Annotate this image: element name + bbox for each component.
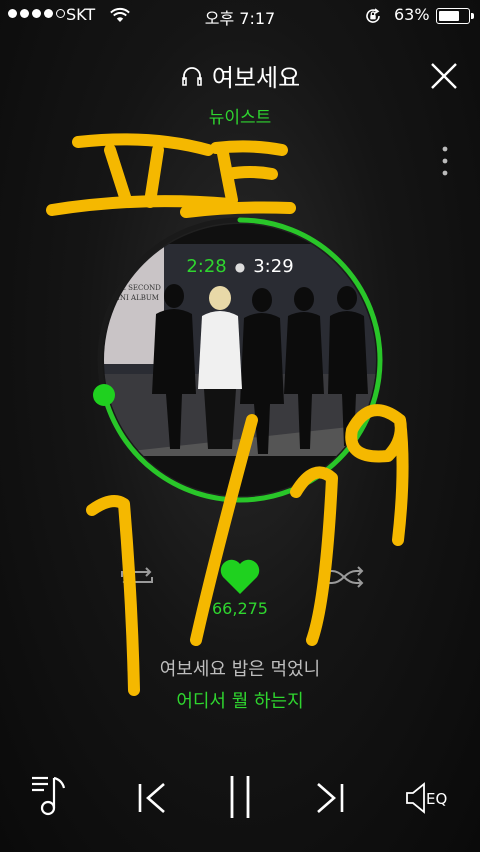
song-title: 여보세요: [211, 64, 301, 92]
repeat-button[interactable]: [116, 563, 158, 591]
playlist-music-icon: [32, 776, 66, 816]
eq-label: EQ: [426, 790, 448, 808]
status-bar: SKT 오후 7:17 63%: [0, 0, 480, 32]
shuffle-icon: [324, 566, 364, 588]
close-icon: [431, 63, 457, 89]
playlist-button[interactable]: [30, 772, 78, 818]
pause-icon: [230, 776, 250, 818]
artist-name[interactable]: 뉴이스트: [0, 103, 480, 128]
pause-button[interactable]: [226, 774, 254, 820]
battery-icon: [436, 8, 470, 24]
like-count: 66,275: [212, 599, 268, 618]
time-separator: ●: [234, 259, 246, 274]
elapsed-time: 2:28: [186, 256, 227, 277]
headphones-icon: [182, 66, 202, 86]
eq-button[interactable]: EQ: [404, 780, 462, 816]
more-vertical-icon: [442, 146, 448, 176]
previous-button[interactable]: [136, 780, 170, 816]
heart-icon: [220, 559, 260, 594]
shuffle-button[interactable]: [322, 563, 366, 591]
lyric-current[interactable]: 여보세요 밥은 먹었니: [0, 655, 480, 681]
battery-tip: [471, 13, 474, 19]
time-display: 2:28 ● 3:29: [0, 256, 480, 277]
next-button[interactable]: [312, 780, 346, 816]
battery-percent: 63%: [394, 5, 430, 24]
close-button[interactable]: [428, 60, 460, 92]
song-title-row: 여보세요: [0, 58, 480, 93]
lyric-next[interactable]: 어디서 뭘 하는지: [0, 687, 480, 713]
like-button[interactable]: [218, 558, 262, 596]
next-icon: [317, 783, 344, 813]
total-duration: 3:29: [253, 256, 294, 277]
rotation-lock-icon: [366, 8, 380, 23]
more-options-button[interactable]: [436, 144, 454, 180]
repeat-icon: [121, 567, 153, 587]
previous-icon: [138, 783, 165, 813]
